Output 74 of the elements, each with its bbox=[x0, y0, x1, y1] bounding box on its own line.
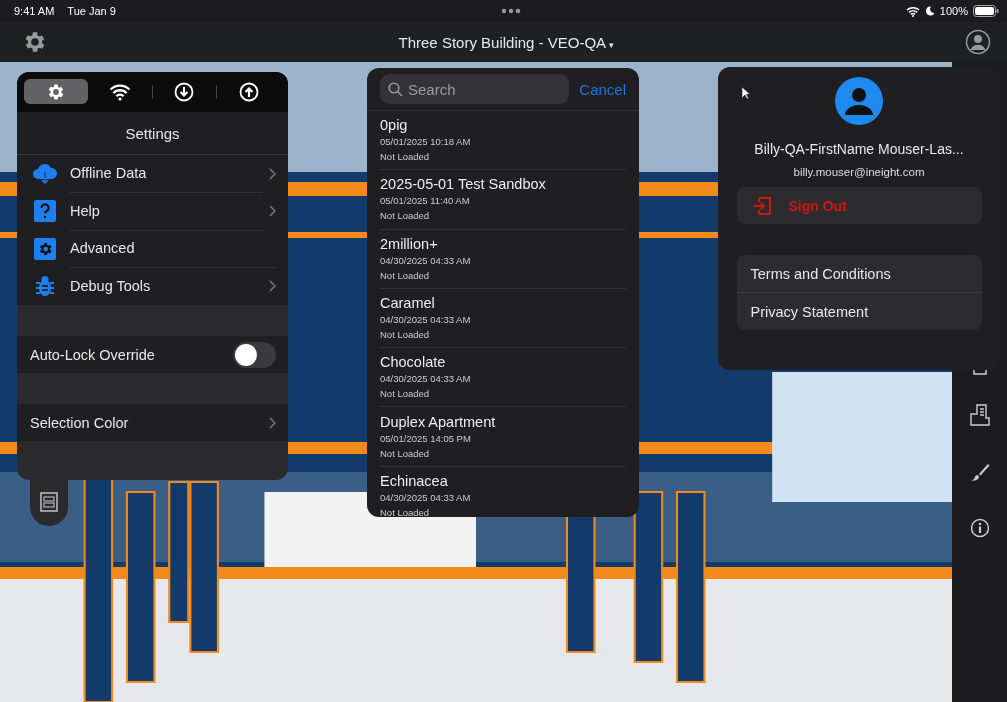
auto-lock-toggle[interactable] bbox=[233, 341, 276, 368]
project-date: 05/01/2025 14:05 PM bbox=[380, 431, 472, 446]
project-date: 04/30/2025 04:33 AM bbox=[380, 253, 472, 268]
project-list-item[interactable]: 2million+ 04/30/2025 04:33 AM Not Loaded bbox=[380, 229, 626, 289]
settings-menu-item[interactable]: Debug Tools bbox=[17, 267, 288, 305]
user-name: Billy-QA-FirstName Mouser-Las... bbox=[754, 141, 964, 157]
project-title-dropdown[interactable]: Three Story Building - VEO-QA ▾ bbox=[394, 31, 619, 53]
menu-item-label: Debug Tools bbox=[70, 277, 152, 297]
project-name: 2025-05-01 Test Sandbox bbox=[380, 175, 547, 194]
battery-percent: 100% bbox=[939, 5, 968, 17]
project-date: 04/30/2025 04:33 AM bbox=[380, 372, 472, 387]
cancel-button[interactable]: Cancel bbox=[579, 80, 626, 98]
wifi-icon bbox=[905, 5, 920, 17]
settings-menu-item[interactable]: Advanced bbox=[17, 230, 288, 268]
account-link[interactable]: Terms and Conditions bbox=[736, 255, 982, 292]
project-name: Chocolate bbox=[380, 353, 447, 372]
project-status: Not Loaded bbox=[380, 387, 431, 402]
question-icon bbox=[34, 200, 56, 223]
gear-icon bbox=[34, 237, 56, 260]
document-folder-icon[interactable] bbox=[969, 404, 990, 426]
project-name: 2million+ bbox=[380, 234, 439, 253]
popover-title: Settings bbox=[17, 112, 288, 155]
avatar-icon bbox=[835, 77, 883, 125]
menu-item-label: Offline Data bbox=[70, 154, 263, 193]
sign-out-icon bbox=[752, 196, 771, 215]
download-icon bbox=[174, 81, 195, 102]
settings-tab[interactable] bbox=[24, 79, 88, 104]
settings-menu-item[interactable]: Offline Data bbox=[17, 155, 288, 193]
chevron-right-icon bbox=[269, 280, 276, 293]
project-status: Not Loaded bbox=[380, 446, 431, 461]
project-date: 05/01/2025 11:40 AM bbox=[380, 194, 471, 209]
info-icon[interactable] bbox=[969, 518, 990, 538]
selection-color-label: Selection Color bbox=[30, 414, 129, 431]
project-list-item[interactable]: Chocolate 04/30/2025 04:33 AM Not Loaded bbox=[380, 348, 626, 408]
chevron-right-icon bbox=[269, 167, 276, 180]
chevron-right-icon bbox=[269, 416, 276, 429]
battery-icon bbox=[973, 5, 999, 17]
auto-lock-label: Auto-Lock Override bbox=[30, 346, 155, 363]
settings-menu-item[interactable]: Help bbox=[17, 192, 288, 230]
project-name: 0pig bbox=[380, 116, 409, 135]
search-field[interactable]: Search bbox=[380, 74, 570, 104]
more-dots-icon bbox=[500, 8, 521, 14]
project-status: Not Loaded bbox=[380, 150, 431, 165]
project-status: Not Loaded bbox=[380, 268, 431, 283]
mouse-cursor-icon bbox=[741, 86, 750, 100]
selection-color-row[interactable]: Selection Color bbox=[17, 404, 288, 441]
project-status: Not Loaded bbox=[380, 505, 431, 517]
upload-icon bbox=[239, 81, 260, 102]
status-date: Tue Jan 9 bbox=[67, 5, 116, 17]
project-name: Echinacea bbox=[380, 471, 449, 490]
project-name: Duplex Apartment bbox=[380, 412, 497, 431]
project-list-item[interactable]: Caramel 04/30/2025 04:33 AM Not Loaded bbox=[380, 288, 626, 349]
cloud-download-icon bbox=[32, 162, 58, 185]
project-name: Caramel bbox=[380, 294, 436, 313]
project-status: Not Loaded bbox=[380, 328, 431, 343]
project-list-item[interactable]: 2025-05-01 Test Sandbox 05/01/2025 11:40 AM Not Loaded bbox=[380, 170, 626, 230]
project-list-item[interactable]: 0pig 05/01/2025 10:18 AM Not Loaded bbox=[380, 111, 626, 171]
user-email: billy.mouser@ineight.com bbox=[793, 166, 925, 178]
project-list-item[interactable]: Duplex Apartment 05/01/2025 14:05 PM Not Loaded bbox=[380, 407, 626, 467]
menu-item-label: Help bbox=[70, 192, 263, 231]
chevron-right-icon bbox=[269, 205, 276, 218]
status-time: 9:41 AM bbox=[14, 5, 55, 17]
wifi-icon bbox=[108, 82, 131, 101]
account-icon[interactable] bbox=[965, 29, 991, 55]
project-date: 04/30/2025 04:33 AM bbox=[380, 313, 472, 328]
project-date: 05/01/2025 10:18 AM bbox=[380, 135, 472, 150]
bug-icon bbox=[35, 275, 55, 298]
floor-plan-icon bbox=[40, 492, 58, 512]
project-date: 04/30/2025 04:33 AM bbox=[380, 490, 472, 505]
menu-item-label: Advanced bbox=[70, 229, 276, 268]
moon-icon bbox=[924, 6, 935, 16]
project-status: Not Loaded bbox=[380, 209, 431, 224]
project-list-item[interactable]: Echinacea 04/30/2025 04:33 AM Not Loaded bbox=[380, 466, 626, 517]
account-link[interactable]: Privacy Statement bbox=[736, 293, 982, 330]
